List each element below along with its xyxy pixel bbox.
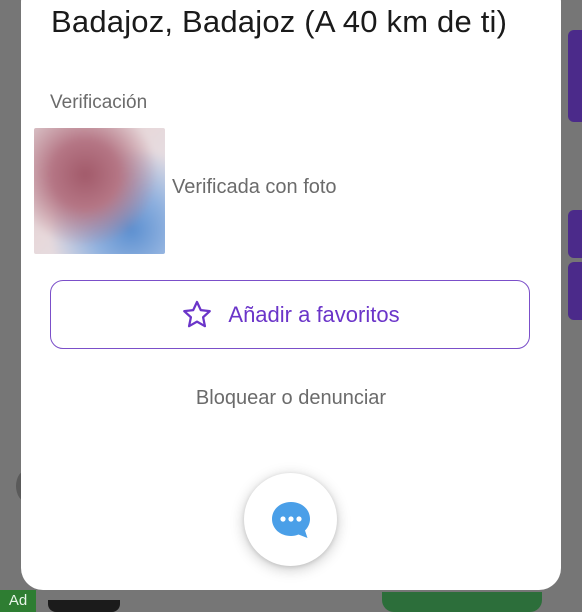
- location-title: Badajoz, Badajoz (A 40 km de ti): [51, 4, 508, 39]
- ad-badge: Ad: [0, 590, 36, 612]
- star-outline-icon: [183, 300, 212, 327]
- background-side-tab: [568, 210, 582, 258]
- block-report-link[interactable]: Bloquear o denunciar: [21, 387, 561, 410]
- add-to-favorites-button[interactable]: Añadir a favoritos: [50, 280, 530, 349]
- chat-button[interactable]: [244, 473, 337, 566]
- favorite-button-label: Añadir a favoritos: [228, 301, 400, 327]
- chat-bubble-icon: [271, 501, 310, 538]
- background-side-tab: [568, 30, 582, 122]
- verification-label: Verificación: [50, 92, 148, 113]
- verification-status: Verificada con foto: [172, 176, 337, 198]
- background-side-tab: [568, 262, 582, 320]
- profile-details-sheet: Badajoz, Badajoz (A 40 km de ti) Verific…: [21, 0, 561, 590]
- verification-photo: [34, 128, 165, 254]
- background-green-button: [382, 592, 542, 612]
- blurred-photo-image: [34, 128, 165, 254]
- background-dark-button: [48, 600, 120, 612]
